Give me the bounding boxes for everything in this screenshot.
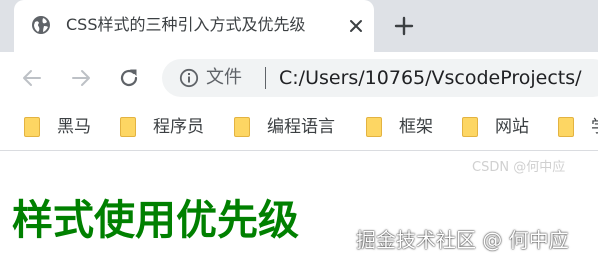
csdn-watermark: CSDN @何中应: [472, 160, 566, 175]
close-icon[interactable]: [348, 18, 364, 34]
bookmark-label: 编程语言: [267, 117, 335, 137]
tab-title: CSS样式的三种引入方式及优先级: [66, 15, 306, 34]
address-bar[interactable]: 文件 C:/Users/10765/VscodeProjects/: [162, 59, 598, 97]
juejin-watermark: 掘金技术社区 @ 何中应: [356, 228, 569, 252]
bookmark-label: 网站: [495, 117, 529, 137]
bookmark-label: 框架: [399, 117, 433, 137]
arrow-left-icon[interactable]: [20, 66, 44, 90]
folder-icon: [366, 117, 382, 137]
page-heading: 样式使用优先级: [12, 196, 299, 244]
folder-icon: [462, 117, 478, 137]
folder-icon: [234, 117, 250, 137]
folder-icon: [24, 117, 40, 137]
bookmarks-bar: 黑马 程序员 编程语言 框架 网站 学: [0, 104, 598, 151]
url-scheme-label: 文件: [206, 67, 242, 88]
active-tab[interactable]: CSS样式的三种引入方式及优先级: [14, 0, 374, 52]
info-icon[interactable]: [179, 68, 199, 88]
page-content: CSDN @何中应 样式使用优先级 掘金技术社区 @ 何中应: [0, 151, 598, 271]
address-divider: [265, 67, 266, 89]
bookmark-label: 程序员: [153, 117, 204, 137]
bookmark-label: 学: [591, 116, 598, 138]
url-text[interactable]: C:/Users/10765/VscodeProjects/: [279, 67, 582, 89]
reload-icon[interactable]: [117, 66, 141, 90]
toolbar: 文件 C:/Users/10765/VscodeProjects/: [0, 52, 598, 104]
folder-icon: [120, 117, 136, 137]
tab-strip: CSS样式的三种引入方式及优先级: [0, 0, 598, 52]
bookmark-label: 黑马: [57, 117, 91, 137]
browser-window: CSS样式的三种引入方式及优先级 文件 C:/Users/10765/Vscod…: [0, 0, 598, 271]
plus-icon[interactable]: [393, 15, 415, 37]
folder-icon: [558, 117, 574, 137]
globe-icon: [32, 16, 50, 34]
arrow-right-icon[interactable]: [69, 66, 93, 90]
